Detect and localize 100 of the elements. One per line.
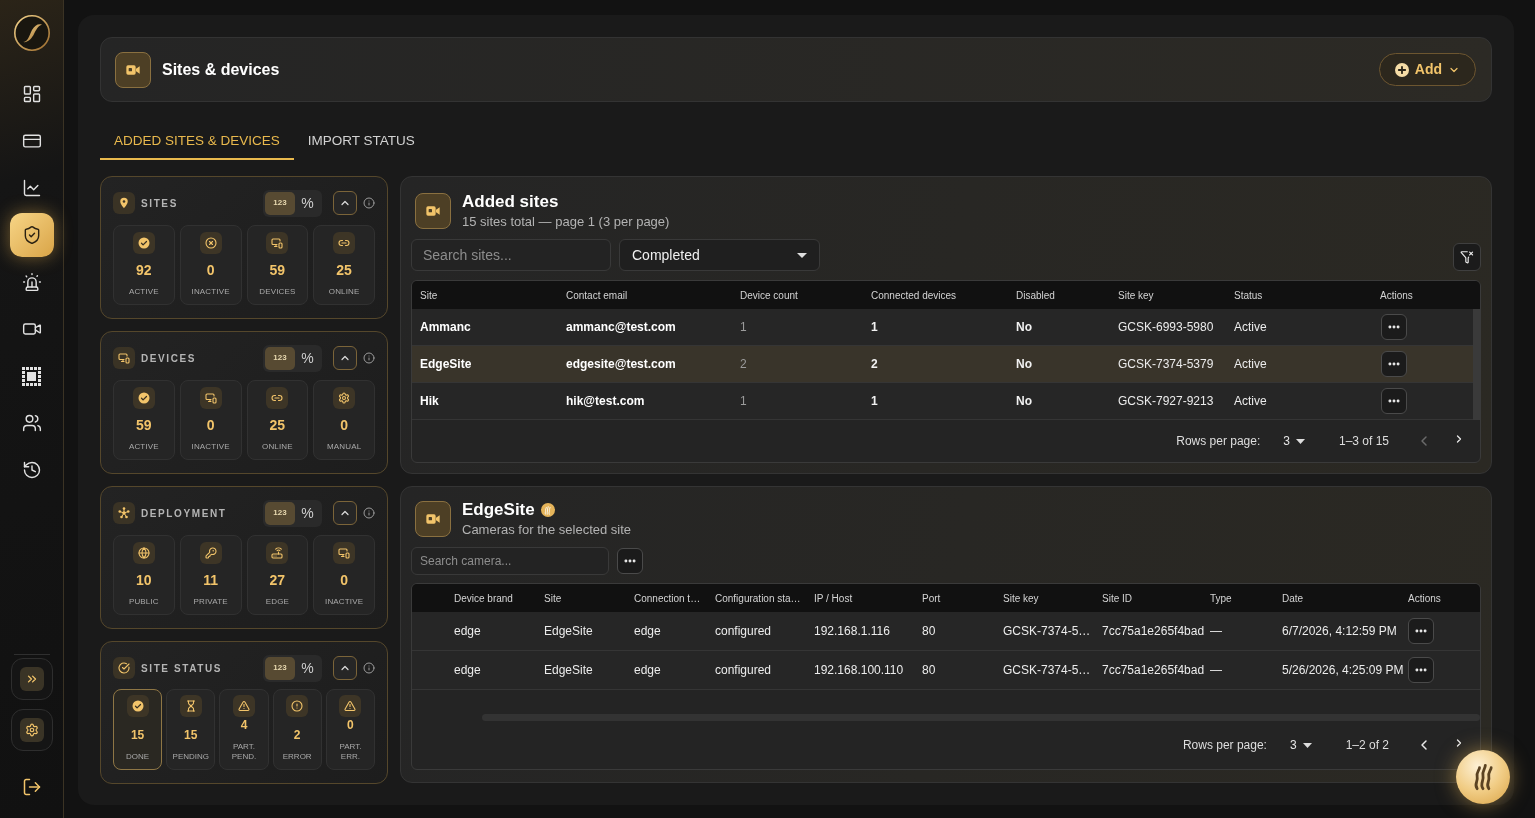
table-cell-text: Active: [1234, 319, 1268, 336]
row-actions-button[interactable]: [1381, 314, 1407, 340]
tab[interactable]: IMPORT STATUS: [293, 124, 429, 160]
link-icon: [333, 232, 356, 254]
column-header: Site: [544, 591, 563, 606]
line-chart-icon: [21, 178, 42, 198]
users-icon: [21, 413, 42, 433]
stat-value: 92: [136, 262, 152, 278]
stat-value: 0: [340, 572, 348, 588]
collapse-button[interactable]: [333, 346, 357, 370]
stat-tile[interactable]: 0 PART. ERR.: [325, 689, 375, 770]
stat-value: 4: [240, 718, 248, 732]
column-header: Site key: [1003, 591, 1040, 606]
rows-per-page-select[interactable]: 3: [1283, 432, 1305, 450]
table-cell-text: 6/7/2026, 4:12:59 PM: [1282, 623, 1398, 640]
router-icon: [266, 542, 289, 564]
plus-circle-icon: [1394, 62, 1409, 77]
stat-value: 27: [269, 572, 286, 588]
stat-tile[interactable]: 15 DONE: [113, 689, 163, 770]
page-title: Sites & devices: [162, 59, 280, 80]
card-title: SITE STATUS: [141, 661, 223, 676]
table-cell-text: —: [1210, 662, 1223, 679]
status-filter-select[interactable]: Completed: [619, 239, 820, 271]
more-options-button[interactable]: [617, 548, 643, 574]
rows-per-page-select[interactable]: 3: [1289, 736, 1312, 754]
search-field[interactable]: Search camera...: [411, 547, 609, 575]
stat-label: PART. ERR.: [338, 742, 363, 762]
toggle-option[interactable]: %: [295, 656, 320, 680]
card-title: DEPLOYMENT: [141, 506, 227, 521]
logo-icon: [13, 15, 50, 51]
rows-per-page-label: Rows per page:: [1182, 737, 1267, 754]
column-header: Disabled: [1016, 288, 1056, 303]
row-actions-button[interactable]: [1381, 351, 1407, 377]
vertical-scrollbar[interactable]: [1473, 309, 1480, 420]
collapse-button[interactable]: [333, 656, 357, 680]
settings-button[interactable]: [10, 709, 53, 751]
table-cell-text: configured: [715, 623, 773, 640]
info-icon: [363, 662, 375, 674]
stat-value: 10: [136, 572, 152, 588]
panel-subtitle: 15 sites total — page 1 (3 per page): [462, 214, 670, 230]
column-header: Type: [1210, 591, 1233, 606]
stat-tile[interactable]: 15 PENDING: [166, 689, 216, 770]
caret-down-icon: [1295, 438, 1305, 444]
table-cell-text: GCSK-7374-5…: [1003, 623, 1092, 640]
table-cell-text: EdgeSite: [544, 662, 594, 679]
column-header: Device count: [740, 288, 799, 303]
stat-value: 59: [269, 262, 286, 278]
stat-tile[interactable]: 2 ERROR: [272, 689, 322, 770]
table-cell-text: No: [1016, 356, 1033, 373]
toggle-option[interactable]: 123: [265, 501, 295, 525]
panel-subtitle: Cameras for the selected site: [462, 522, 632, 538]
stat-label: INACTIVE: [324, 597, 365, 607]
toggle-option[interactable]: 123: [265, 346, 295, 370]
table-cell-text: 2: [740, 356, 748, 373]
panel-title: Added sites: [462, 192, 559, 212]
devices-icon: [199, 387, 222, 409]
row-actions-button[interactable]: [1408, 657, 1434, 683]
column-header: Actions: [1408, 591, 1442, 606]
stat-label: ONLINE: [261, 442, 294, 452]
table-cell-text: 1: [740, 319, 748, 336]
clear-filter-button[interactable]: [1453, 243, 1481, 271]
globe-icon: [132, 542, 155, 564]
stat-label: INACTIVE: [190, 287, 231, 297]
page-range: 1–3 of 15: [1338, 433, 1389, 450]
collapse-button[interactable]: [333, 191, 357, 215]
stat-value: 11: [203, 572, 219, 588]
video-camera-icon: [415, 501, 451, 537]
stat-value: 25: [336, 262, 352, 278]
toggle-option[interactable]: %: [295, 346, 320, 370]
row-actions-button[interactable]: [1381, 388, 1407, 414]
link-icon: [266, 387, 289, 409]
toggle-option[interactable]: 123: [265, 656, 295, 680]
table-cell-text: Active: [1234, 356, 1268, 373]
toggle-option[interactable]: %: [295, 191, 320, 215]
table-row[interactable]: EdgeSite edgesite@test.com 2 2 No GCSK-7374-5379 Active: [412, 346, 1473, 383]
settings-icon: [19, 718, 44, 742]
sidebar-nav-button[interactable]: [9, 213, 54, 257]
toggle-option[interactable]: %: [295, 501, 320, 525]
devices-icon: [266, 232, 289, 254]
column-header: Contact email: [566, 288, 629, 303]
gear-icon: [333, 387, 356, 409]
table-cell-text: 7cc75a1e265f4bad: [1102, 623, 1206, 640]
video-camera-icon: [415, 193, 451, 229]
tab[interactable]: ADDED SITES & DEVICES: [100, 124, 294, 160]
chevrons-right-icon: [19, 667, 44, 691]
warning-icon: [339, 695, 362, 717]
stat-value: 59: [136, 417, 152, 433]
add-button[interactable]: Add: [1378, 53, 1476, 86]
collapse-button[interactable]: [333, 501, 357, 525]
devices-icon: [113, 347, 135, 369]
panel-title: EdgeSite: [462, 500, 535, 520]
table-cell-text: edge: [454, 623, 482, 640]
table-cell-text: 5/26/2026, 4:25:09 PM: [1282, 662, 1405, 679]
column-header: Connection t…: [634, 591, 702, 606]
table-cell-text: Hik: [420, 393, 440, 410]
toggle-option[interactable]: 123: [265, 191, 295, 215]
row-actions-button[interactable]: [1408, 618, 1434, 644]
search-field[interactable]: Search sites...: [411, 239, 611, 271]
stat-tile[interactable]: 4 PART. PEND.: [219, 689, 269, 770]
stat-label: ACTIVE: [127, 442, 160, 452]
